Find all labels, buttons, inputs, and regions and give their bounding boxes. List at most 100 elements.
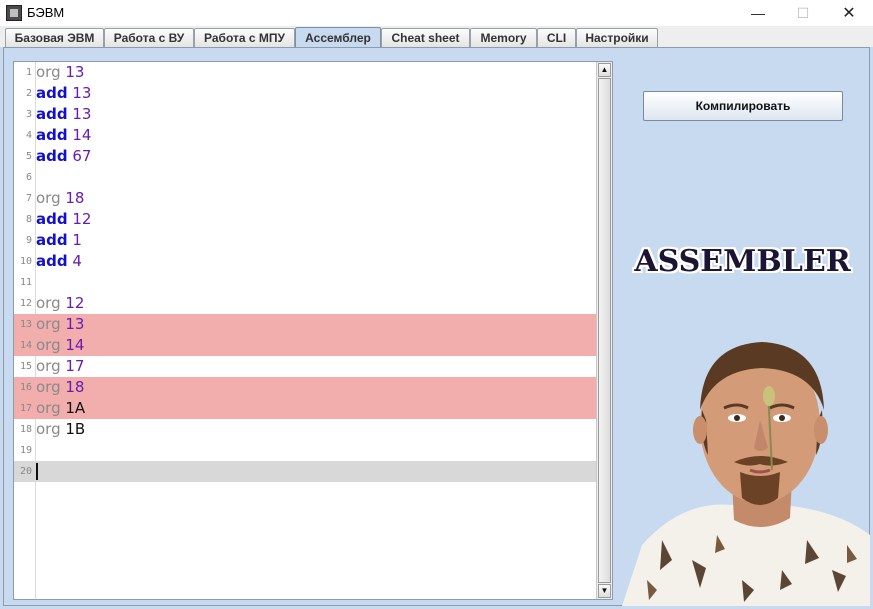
line-code: add 13 [36,83,91,104]
line-code: add 13 [36,104,91,125]
instruction-operand: 13 [72,84,92,102]
line-code: add 67 [36,146,91,167]
scroll-thumb[interactable] [598,78,611,583]
line-number: 18 [19,424,32,435]
code-editor[interactable]: 1 org 13 2 add 13 3 add 13 4 add 14 5 add 67 6 7 org… [13,61,613,600]
line-code: org 12 [36,293,84,314]
code-line[interactable]: 5 add 67 [14,146,596,167]
instruction-operand: 18 [65,378,85,396]
instruction-mnemonic: org [36,294,61,312]
code-line[interactable]: 11 [14,272,596,293]
maximize-button[interactable]: ☐ [780,0,826,26]
code-line[interactable]: 9 add 1 [14,230,596,251]
code-line[interactable]: 10 add 4 [14,251,596,272]
instruction-mnemonic: org [36,399,61,417]
instruction-mnemonic: org [36,357,61,375]
tab-mpu[interactable]: Работа с МПУ [194,28,295,47]
instruction-mnemonic: org [36,378,61,396]
code-line[interactable]: 1 org 13 [14,62,596,83]
line-number: 12 [19,298,32,309]
line-number: 10 [19,256,32,267]
instruction-mnemonic: add [36,105,68,123]
line-code: org 1B [36,419,85,440]
instruction-mnemonic: add [36,84,68,102]
instruction-mnemonic: add [36,147,68,165]
scroll-up-button[interactable]: ▲ [598,63,611,77]
tab-base-evm[interactable]: Базовая ЭВМ [5,28,104,47]
tab-cli[interactable]: CLI [537,28,576,47]
code-line[interactable]: 8 add 12 [14,209,596,230]
scroll-down-button[interactable]: ▼ [598,584,611,598]
code-line[interactable]: 20 [14,461,596,482]
instruction-operand: 1 [72,231,82,249]
line-number: 9 [25,235,32,246]
window-title: БЭВМ [27,5,65,20]
line-number: 2 [25,88,32,99]
tab-bar: Базовая ЭВМ Работа с ВУ Работа с МПУ Асс… [0,26,873,48]
line-number: 8 [25,214,32,225]
tab-cheat-sheet[interactable]: Cheat sheet [381,28,470,47]
line-code: add 14 [36,125,91,146]
code-line[interactable]: 17 org 1A [14,398,596,419]
code-line[interactable]: 19 [14,440,596,461]
instruction-mnemonic: add [36,210,68,228]
assembler-logo: ASSEMBLER [634,243,851,279]
code-line[interactable]: 13 org 13 [14,314,596,335]
tab-assembler[interactable]: Ассемблер [295,27,381,48]
compile-button[interactable]: Компилировать [643,91,843,121]
code-line[interactable]: 16 org 18 [14,377,596,398]
code-line[interactable]: 12 org 12 [14,293,596,314]
instruction-mnemonic: add [36,231,68,249]
tab-io-devices[interactable]: Работа с ВУ [104,28,194,47]
line-number: 17 [19,403,32,414]
instruction-mnemonic: org [36,420,61,438]
code-line[interactable]: 6 [14,167,596,188]
line-number: 7 [25,193,32,204]
vertical-scrollbar[interactable]: ▲ ▼ [596,62,612,599]
line-number: 1 [25,67,32,78]
line-number: 15 [19,361,32,372]
code-line[interactable]: 14 org 14 [14,335,596,356]
app-icon [6,5,22,21]
line-number: 4 [25,130,32,141]
tab-settings[interactable]: Настройки [576,28,658,47]
instruction-operand: 1A [65,399,86,417]
instruction-operand: 18 [65,189,85,207]
instruction-mnemonic: org [36,315,61,333]
line-number: 20 [19,466,32,477]
line-code: org 13 [36,62,84,83]
instruction-operand: 13 [65,63,85,81]
line-code: org 14 [36,335,84,356]
line-number: 13 [19,319,32,330]
code-line[interactable]: 7 org 18 [14,188,596,209]
instruction-operand: 13 [72,105,92,123]
code-lines[interactable]: 1 org 13 2 add 13 3 add 13 4 add 14 5 add 67 6 7 org… [14,62,596,482]
line-number: 16 [19,382,32,393]
line-number: 5 [25,151,32,162]
code-line[interactable]: 2 add 13 [14,83,596,104]
code-line[interactable]: 15 org 17 [14,356,596,377]
code-line[interactable]: 4 add 14 [14,125,596,146]
line-number: 11 [19,277,32,288]
instruction-operand: 12 [65,294,85,312]
close-button[interactable]: ✕ [826,0,872,26]
instruction-operand: 67 [72,147,92,165]
instruction-mnemonic: org [36,189,61,207]
code-line[interactable]: 3 add 13 [14,104,596,125]
tab-memory[interactable]: Memory [470,28,537,47]
line-code: org 18 [36,188,84,209]
line-code: add 4 [36,251,82,272]
code-line[interactable]: 18 org 1B [14,419,596,440]
instruction-mnemonic: org [36,336,61,354]
instruction-mnemonic: add [36,126,68,144]
instruction-operand: 1B [65,420,86,438]
instruction-operand: 14 [65,336,85,354]
instruction-operand: 13 [65,315,85,333]
line-code: org 1A [36,398,85,419]
instruction-mnemonic: add [36,252,68,270]
line-number: 19 [19,445,32,456]
instruction-operand: 4 [72,252,82,270]
instruction-operand: 17 [65,357,85,375]
line-number: 14 [19,340,32,351]
minimize-button[interactable]: — [735,0,781,26]
